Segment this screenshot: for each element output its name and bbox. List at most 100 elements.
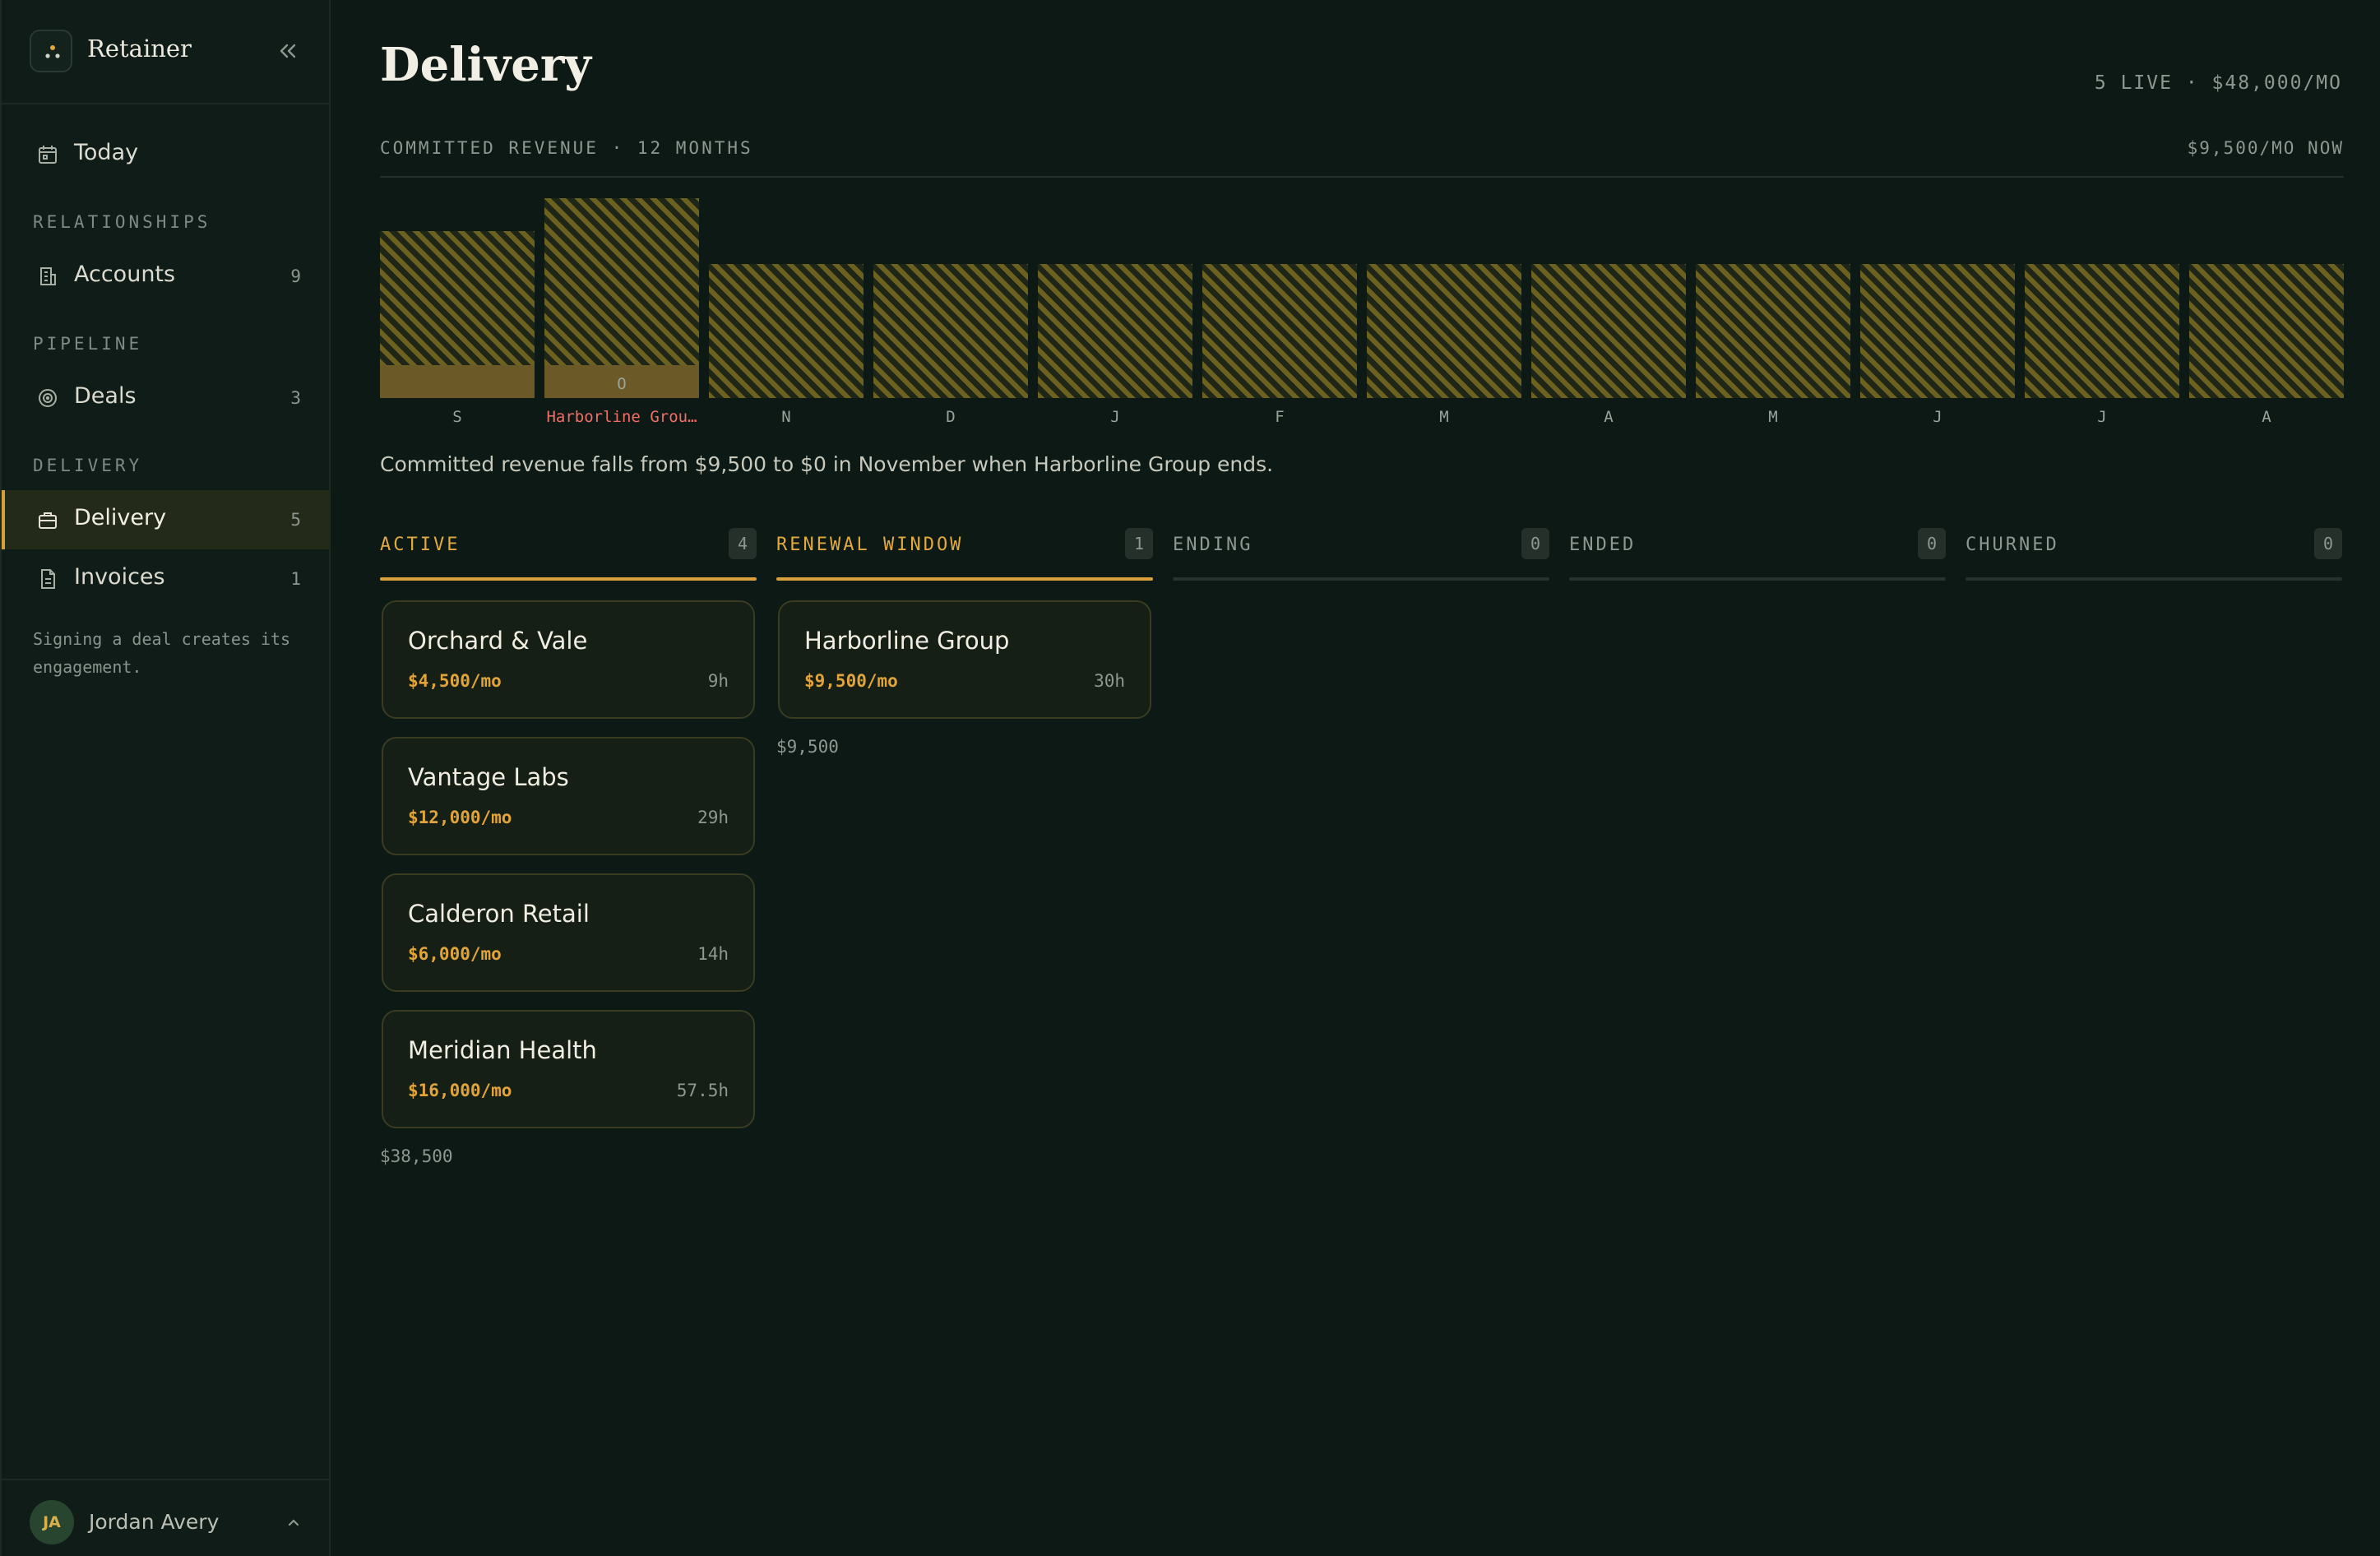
chart-bar-label: O — [617, 374, 627, 393]
column-title: CHURNED — [1966, 535, 2059, 555]
sidebar-item-label: Invoices — [74, 564, 165, 590]
engagement-name: Calderon Retail — [408, 900, 590, 928]
column-count-badge: 4 — [729, 528, 757, 559]
chart-bar-capacity — [2025, 264, 2179, 398]
sidebar-item-label: Today — [74, 140, 139, 165]
column-underline — [776, 577, 1153, 581]
user-name: Jordan Avery — [89, 1510, 220, 1534]
calendar-icon — [39, 146, 57, 164]
engagement-hours: 30h — [1094, 671, 1125, 691]
chevron-up-icon — [288, 1519, 299, 1526]
sidebar-item-count: 9 — [290, 266, 301, 286]
chart-bar[interactable] — [709, 264, 864, 398]
chart-bar[interactable] — [1202, 264, 1357, 398]
chart-bar[interactable] — [1696, 264, 1850, 398]
collapse-sidebar-icon[interactable] — [273, 36, 303, 66]
chart-tick-label: S — [452, 408, 462, 426]
engagement-hours: 29h — [697, 808, 729, 827]
engagement-card[interactable]: Meridian Health $16,000/mo 57.5h — [382, 1010, 755, 1128]
engagement-amount: $9,500/mo — [804, 671, 898, 691]
engagement-name: Vantage Labs — [408, 763, 569, 791]
chart-bar-capacity — [1038, 264, 1192, 398]
chart-tick-label: J — [2097, 408, 2107, 426]
chart-bar-capacity — [1696, 264, 1850, 398]
user-menu[interactable]: JA Jordan Avery — [2, 1479, 331, 1556]
chart-tick-label: F — [1275, 408, 1285, 426]
chart-bar[interactable] — [2189, 264, 2344, 398]
chart-bar[interactable] — [1367, 264, 1521, 398]
column-count-badge: 0 — [1918, 528, 1946, 559]
chart-bar[interactable] — [544, 197, 699, 398]
chart-title: COMMITTED REVENUE · 12 MONTHS — [380, 138, 753, 158]
chart-header: COMMITTED REVENUE · 12 MONTHS $9,500/MO … — [380, 138, 2344, 178]
engagement-amount: $12,000/mo — [408, 808, 512, 827]
column-underline — [1966, 577, 2342, 581]
chart-tick-label: J — [1933, 408, 1942, 426]
sidebar: Retainer Today RELATIONSHIPS Accounts 9 … — [0, 0, 331, 1556]
brand-header: Retainer — [2, 0, 331, 104]
chart-bar-capacity — [544, 197, 699, 365]
column-header[interactable]: ENDED 0 — [1569, 526, 1946, 582]
column-title: ENDED — [1569, 535, 1637, 555]
sidebar-item-label: Deals — [74, 383, 137, 409]
chart-bar[interactable] — [380, 230, 535, 398]
chart-bar-capacity — [1202, 264, 1357, 398]
retainer-logo-icon — [30, 30, 72, 72]
column-header[interactable]: RENEWAL WINDOW 1 — [776, 526, 1153, 582]
page-title: Delivery — [380, 38, 591, 92]
engagement-amount: $6,000/mo — [408, 944, 502, 964]
column-underline — [1569, 577, 1946, 581]
chart-bar-capacity — [709, 264, 864, 398]
engagement-card[interactable]: Calderon Retail $6,000/mo 14h — [382, 873, 755, 992]
delivery-summary: 5 LIVE · $48,000/MO — [2094, 72, 2342, 94]
column-count-badge: 0 — [2314, 528, 2342, 559]
column-underline — [380, 577, 757, 581]
sidebar-item-label: Delivery — [74, 505, 167, 530]
sidebar-item-deals[interactable]: Deals 3 — [2, 368, 331, 428]
chart-tick-label: Harborline Grou… — [546, 408, 697, 426]
engagement-hours: 57.5h — [676, 1081, 729, 1100]
engagement-amount: $4,500/mo — [408, 671, 502, 691]
sidebar-item-delivery[interactable]: Delivery 5 — [2, 490, 331, 549]
column-header[interactable]: ENDING 0 — [1173, 526, 1549, 582]
engagement-card[interactable]: Harborline Group $9,500/mo 30h — [778, 600, 1151, 719]
avatar: JA — [30, 1500, 74, 1544]
sidebar-item-count: 3 — [290, 388, 301, 408]
column-header[interactable]: ACTIVE 4 — [380, 526, 757, 582]
section-label-relationships: RELATIONSHIPS — [33, 212, 211, 232]
chart-bar[interactable] — [1860, 264, 2015, 398]
chart-bar-capacity — [2189, 264, 2344, 398]
column-total: $38,500 — [380, 1146, 453, 1166]
engagement-hours: 9h — [707, 671, 729, 691]
engagement-name: Meridian Health — [408, 1036, 597, 1064]
chart-bar[interactable] — [2025, 264, 2179, 398]
sidebar-item-invoices[interactable]: Invoices 1 — [2, 549, 331, 609]
column-underline — [1173, 577, 1549, 581]
column-title: ACTIVE — [380, 535, 461, 555]
chart-tick-label: D — [946, 408, 956, 426]
chart-bar[interactable] — [1038, 264, 1192, 398]
briefcase-icon — [39, 512, 57, 529]
column-header[interactable]: CHURNED 0 — [1966, 526, 2342, 582]
chart-bar[interactable] — [1531, 264, 1686, 398]
engagement-card[interactable]: Orchard & Vale $4,500/mo 9h — [382, 600, 755, 719]
sidebar-item-accounts[interactable]: Accounts 9 — [2, 247, 331, 306]
engagement-hours: 14h — [697, 944, 729, 964]
section-label-pipeline: PIPELINE — [33, 334, 143, 354]
sidebar-item-label: Accounts — [74, 262, 176, 287]
chart-tick-label: J — [1110, 408, 1120, 426]
chart-bar[interactable] — [873, 264, 1028, 398]
column-count-badge: 0 — [1521, 528, 1549, 559]
document-icon — [41, 569, 55, 589]
building-icon — [40, 267, 56, 285]
chart-tick-label: A — [1604, 408, 1614, 426]
sidebar-item-count: 1 — [290, 569, 301, 589]
target-icon — [39, 389, 57, 407]
column-title: RENEWAL WINDOW — [776, 535, 964, 555]
sidebar-item-today[interactable]: Today — [2, 125, 331, 184]
engagement-amount: $16,000/mo — [408, 1081, 512, 1100]
engagement-card[interactable]: Vantage Labs $12,000/mo 29h — [382, 737, 755, 855]
column-total: $9,500 — [776, 737, 839, 757]
sidebar-note: Signing a deal creates its engagement. — [33, 629, 291, 677]
chart-tick-label: M — [1439, 408, 1449, 426]
